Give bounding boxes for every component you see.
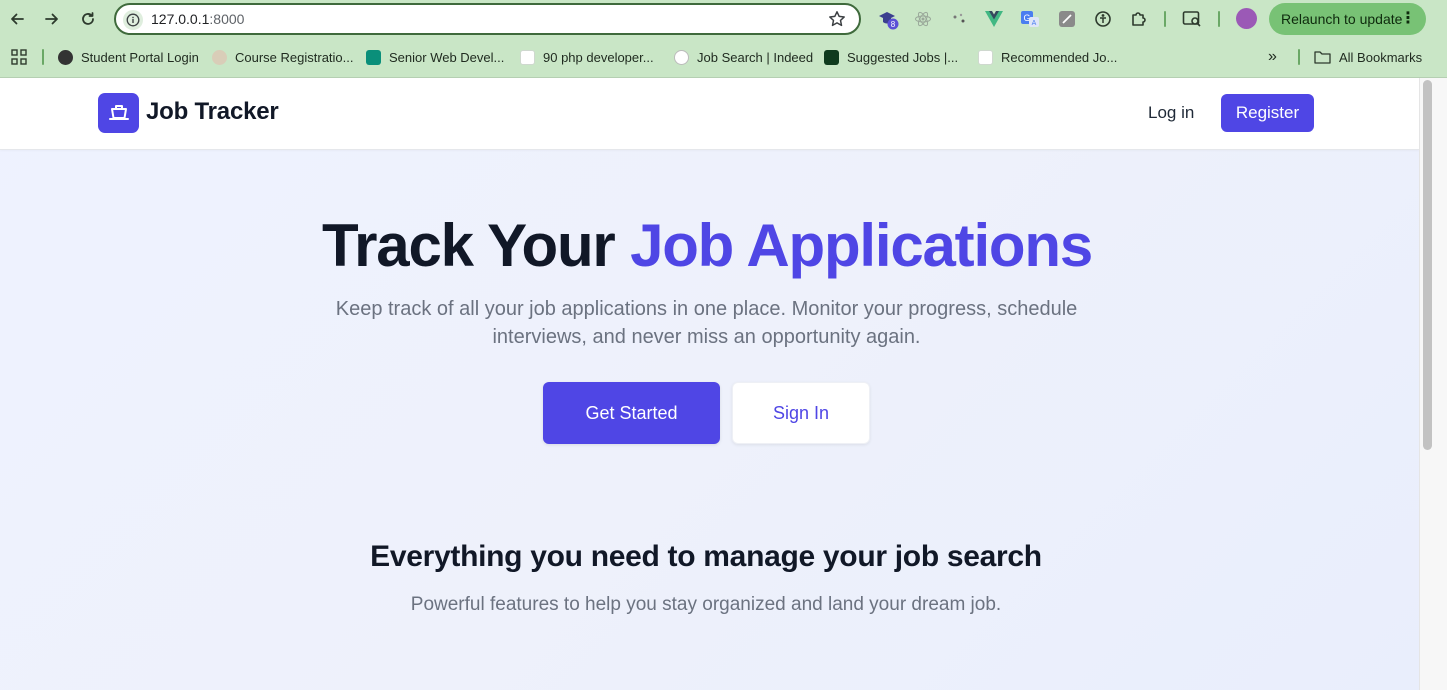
bookmark-label: 90 php developer...	[543, 49, 654, 65]
hero-title-accent: Job Applications	[630, 212, 1093, 279]
browser-chrome: 127.0.0.1:8000 8 GA Relaunch to update ⋮…	[0, 0, 1447, 78]
bookmark-label: Recommended Jo...	[1001, 49, 1118, 65]
apps-grid-icon[interactable]	[11, 47, 27, 67]
features-subtitle: Powerful features to help you stay organ…	[410, 594, 1002, 615]
bookmark-suggested-jobs[interactable]: Suggested Jobs |...	[824, 47, 958, 67]
forward-button[interactable]	[39, 6, 65, 32]
glassdoor-icon	[978, 49, 993, 65]
sparkle-extension-icon[interactable]	[948, 8, 970, 30]
bookmarks-divider	[42, 49, 44, 65]
get-started-button[interactable]: Get Started	[543, 382, 720, 444]
brand-name[interactable]: Job Tracker	[146, 98, 279, 126]
bookmark-senior-web-dev[interactable]: Senior Web Devel...	[366, 47, 504, 67]
hero-title: Track Your Job Applications	[0, 211, 1414, 281]
login-link[interactable]: Log in	[1148, 103, 1194, 123]
sign-in-button[interactable]: Sign In	[732, 382, 870, 444]
glassdoor-icon	[520, 49, 535, 65]
logo-icon[interactable]	[98, 93, 139, 133]
bookmark-label: Course Registratio...	[235, 49, 354, 65]
arrow-left-icon	[11, 13, 24, 25]
url-text: 127.0.0.1:8000	[151, 11, 244, 27]
note-extension-icon[interactable]	[1056, 8, 1078, 30]
bookmark-label: Suggested Jobs |...	[847, 49, 959, 65]
bookmark-star-icon[interactable]	[827, 9, 847, 34]
bookmark-indeed[interactable]: Job Search | Indeed	[674, 47, 813, 67]
bookmark-php-developer[interactable]: 90 php developer...	[520, 47, 654, 67]
url-host: 127.0.0.1	[151, 11, 210, 27]
accessibility-extension-icon[interactable]	[1092, 8, 1114, 30]
svg-text:A: A	[1032, 20, 1037, 27]
job-board-icon	[366, 49, 381, 65]
extensions-puzzle-icon[interactable]	[1128, 8, 1150, 30]
profile-avatar[interactable]	[1236, 8, 1257, 29]
relaunch-button[interactable]: Relaunch to update ⋮	[1269, 3, 1426, 35]
folder-icon	[1314, 51, 1331, 64]
bookmarks-bar: Student Portal Login Course Registratio.…	[0, 38, 1447, 76]
page-viewport: Job Tracker Log in Register Track Your J…	[0, 78, 1419, 690]
bookmarks-divider	[1298, 49, 1300, 65]
jobs-site-icon	[824, 49, 839, 65]
umbrella-icon	[212, 49, 227, 65]
hero-title-plain: Track Your	[321, 212, 631, 279]
tab-search-icon[interactable]	[1181, 8, 1203, 30]
bookmark-label: Student Portal Login	[81, 49, 199, 65]
reload-button[interactable]	[75, 6, 101, 32]
all-bookmarks-label: All Bookmarks	[1339, 49, 1423, 65]
site-header: Job Tracker Log in Register	[0, 78, 1419, 150]
toolbar-divider	[1218, 11, 1220, 27]
graduation-cap-extension-icon[interactable]: 8	[877, 8, 899, 30]
url-port: :8000	[209, 11, 245, 27]
relaunch-label: Relaunch to update	[1281, 11, 1403, 27]
extension-badge-count: 8	[891, 20, 896, 29]
scrollbar-thumb[interactable]	[1423, 80, 1432, 450]
bookmark-label: Job Search | Indeed	[697, 49, 814, 65]
chevrons-right-icon: »	[1268, 48, 1277, 65]
back-button[interactable]	[4, 6, 30, 32]
react-devtools-icon[interactable]	[912, 8, 934, 30]
all-bookmarks-button[interactable]: All Bookmarks	[1314, 47, 1422, 67]
arrow-right-icon	[45, 13, 58, 25]
reload-icon	[82, 12, 94, 25]
site-info-icon[interactable]	[123, 10, 143, 30]
bookmark-recommended-jobs[interactable]: Recommended Jo...	[978, 47, 1117, 67]
bookmark-student-portal[interactable]: Student Portal Login	[58, 47, 199, 67]
globe-icon	[58, 49, 73, 65]
bookmark-course-registration[interactable]: Course Registratio...	[212, 47, 354, 67]
features-title: Everything you need to manage your job s…	[370, 540, 1042, 573]
browser-toolbar: 127.0.0.1:8000 8 GA Relaunch to update ⋮	[0, 0, 1447, 38]
bookmarks-overflow-button[interactable]: »	[1268, 47, 1277, 67]
page-scrollbar[interactable]	[1419, 78, 1447, 690]
bookmark-label: Senior Web Devel...	[389, 49, 505, 65]
register-button[interactable]: Register	[1221, 94, 1314, 132]
vue-devtools-icon[interactable]	[983, 8, 1005, 30]
hero-subtitle: Keep track of all your job applications …	[335, 298, 1078, 348]
address-bar[interactable]: 127.0.0.1:8000	[114, 3, 861, 35]
translate-extension-icon[interactable]: GA	[1019, 8, 1041, 30]
indeed-icon	[674, 49, 689, 65]
toolbar-divider	[1164, 11, 1166, 27]
kebab-menu-icon[interactable]: ⋮	[1400, 9, 1416, 29]
